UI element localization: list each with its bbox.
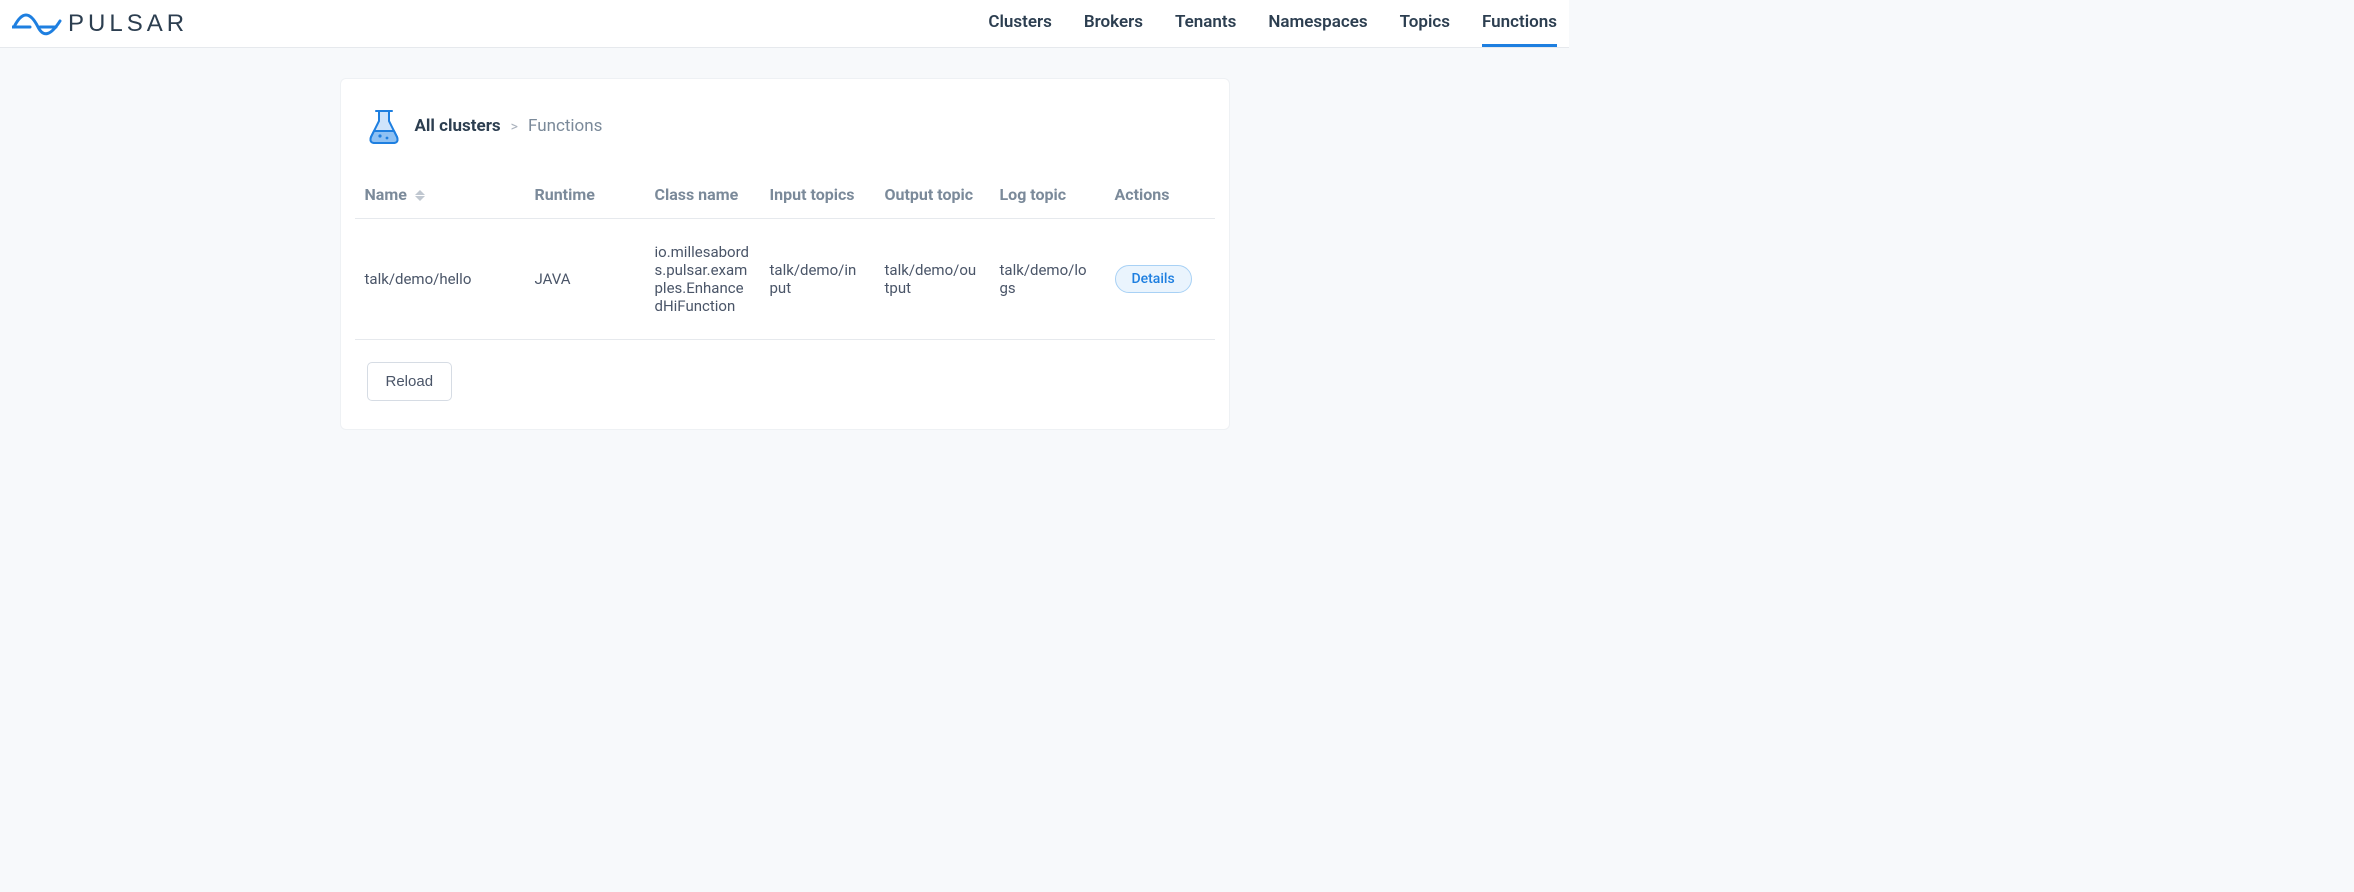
flask-icon [367,107,401,145]
cell-input-topics: talk/demo/input [760,219,875,340]
page-body: All clusters > Functions Name Runtime Cl… [0,48,1569,460]
cell-output-topic: talk/demo/output [875,219,990,340]
breadcrumb-separator: > [511,119,518,135]
cell-name: talk/demo/hello [355,219,525,340]
col-header-actions: Actions [1105,171,1215,219]
col-header-log-topic[interactable]: Log topic [990,171,1105,219]
nav-functions[interactable]: Functions [1482,0,1557,47]
functions-table: Name Runtime Class name Input topics Out… [355,171,1215,340]
main-nav: Clusters Brokers Tenants Namespaces Topi… [988,0,1557,47]
sort-icon[interactable] [415,190,425,201]
brand-logo[interactable]: PULSAR [12,9,188,39]
nav-namespaces[interactable]: Namespaces [1268,0,1367,47]
table-header-row: Name Runtime Class name Input topics Out… [355,171,1215,219]
nav-topics[interactable]: Topics [1400,0,1450,47]
col-header-output-topic[interactable]: Output topic [875,171,990,219]
reload-button[interactable]: Reload [367,362,453,401]
col-header-name[interactable]: Name [355,171,525,219]
cell-actions: Details [1105,219,1215,340]
header: PULSAR Clusters Brokers Tenants Namespac… [0,0,1569,48]
nav-tenants[interactable]: Tenants [1175,0,1236,47]
breadcrumb-current: Functions [528,116,602,136]
col-header-name-label: Name [365,185,407,204]
nav-clusters[interactable]: Clusters [988,0,1051,47]
col-header-runtime[interactable]: Runtime [525,171,645,219]
col-header-input-topics[interactable]: Input topics [760,171,875,219]
breadcrumb-root[interactable]: All clusters [415,116,501,136]
cell-log-topic: talk/demo/logs [990,219,1105,340]
brand-text: PULSAR [68,10,188,38]
cell-runtime: JAVA [525,219,645,340]
details-button[interactable]: Details [1115,265,1192,293]
breadcrumb: All clusters > Functions [341,107,1229,159]
table-row: talk/demo/hello JAVA io.millesabords.pul… [355,219,1215,340]
nav-brokers[interactable]: Brokers [1084,0,1143,47]
functions-card: All clusters > Functions Name Runtime Cl… [340,78,1230,430]
cell-class-name: io.millesabords.pulsar.examples.Enhanced… [645,219,760,340]
pulsar-icon [12,9,62,39]
col-header-classname[interactable]: Class name [645,171,760,219]
